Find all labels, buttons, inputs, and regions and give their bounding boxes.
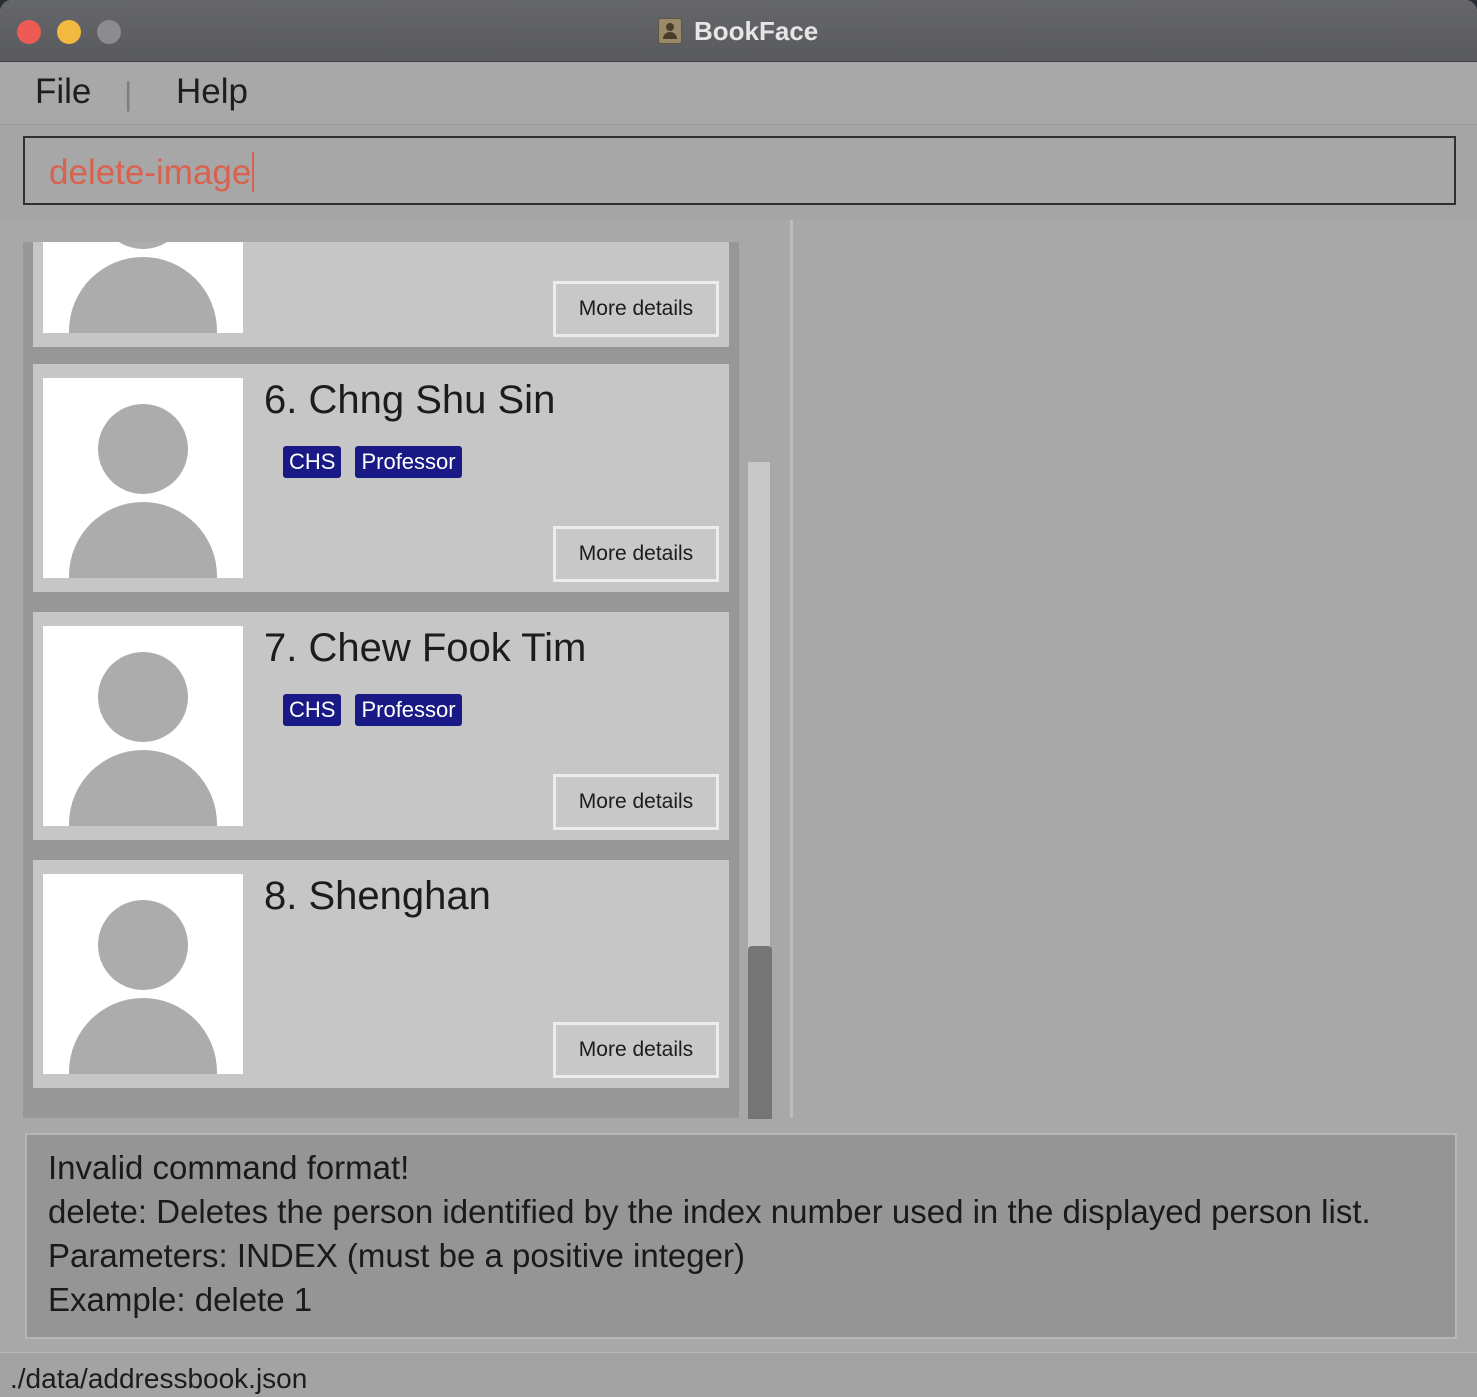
command-input-text: delete-image [49, 152, 255, 193]
avatar-placeholder-icon [43, 874, 243, 1074]
avatar-placeholder-icon [43, 242, 243, 333]
avatar-body-shape [69, 257, 217, 333]
result-line: delete: Deletes the person identified by… [48, 1193, 1371, 1230]
menu-file[interactable]: File [35, 72, 91, 112]
more-details-button[interactable]: More details [553, 281, 719, 337]
command-value: delete-image [49, 153, 252, 192]
result-line: Parameters: INDEX (must be a positive in… [48, 1237, 745, 1274]
avatar-head-shape [98, 404, 188, 494]
avatar-body-shape [69, 998, 217, 1074]
avatar-head-shape [98, 242, 188, 249]
person-name: 7. Chew Fook Tim [264, 626, 587, 670]
close-window-button[interactable] [17, 20, 41, 44]
app-window: BookFace File | Help delete-image More d… [0, 0, 1477, 1397]
window-title-text: BookFace [694, 15, 819, 46]
tag-badge: Professor [355, 446, 462, 478]
maximize-window-button[interactable] [97, 20, 121, 44]
person-card[interactable]: 6. Chng Shu Sin CHS Professor More detai… [33, 364, 729, 592]
minimize-window-button[interactable] [57, 20, 81, 44]
window-title: BookFace [658, 14, 818, 48]
menu-bar: File | Help [0, 62, 1477, 125]
tag-list: CHS Professor [283, 694, 462, 726]
result-area: Invalid command format! delete: Deletes … [0, 1119, 1477, 1352]
text-caret [252, 152, 255, 192]
avatar-placeholder-icon [43, 626, 243, 826]
tag-badge: CHS [283, 694, 342, 726]
result-line: Invalid command format! [48, 1149, 410, 1186]
person-card[interactable]: 7. Chew Fook Tim CHS Professor More deta… [33, 612, 729, 840]
result-display[interactable]: Invalid command format! delete: Deletes … [25, 1133, 1457, 1339]
avatar-placeholder-icon [43, 378, 243, 578]
avatar-body-shape [69, 750, 217, 826]
menu-separator: | [124, 76, 133, 112]
menu-help[interactable]: Help [176, 72, 248, 112]
title-bar: BookFace [0, 0, 1477, 62]
person-card[interactable]: More details [33, 242, 729, 347]
save-location-path: ./data/addressbook.json [10, 1363, 308, 1394]
avatar-head-shape [98, 652, 188, 742]
command-input[interactable]: delete-image [23, 136, 1456, 205]
person-card[interactable]: 8. Shenghan More details [33, 860, 729, 1088]
tag-badge: Professor [355, 694, 462, 726]
result-line: Example: delete 1 [48, 1281, 313, 1318]
person-name: 8. Shenghan [264, 874, 491, 918]
addressbook-app-icon [658, 18, 682, 44]
person-list[interactable]: More details 6. Chng Shu Sin CHS Profess… [23, 242, 739, 1118]
more-details-button[interactable]: More details [553, 774, 719, 830]
avatar-head-shape [98, 900, 188, 990]
avatar-body-shape [69, 502, 217, 578]
tag-list: CHS Professor [283, 446, 462, 478]
person-name: 6. Chng Shu Sin [264, 378, 556, 422]
command-area: delete-image [0, 125, 1477, 219]
tag-badge: CHS [283, 446, 342, 478]
person-list-panel: More details 6. Chng Shu Sin CHS Profess… [0, 220, 790, 1317]
more-details-button[interactable]: More details [553, 1022, 719, 1078]
more-details-button[interactable]: More details [553, 526, 719, 582]
person-detail-panel [793, 220, 1477, 1118]
status-bar: ./data/addressbook.json [0, 1352, 1477, 1397]
